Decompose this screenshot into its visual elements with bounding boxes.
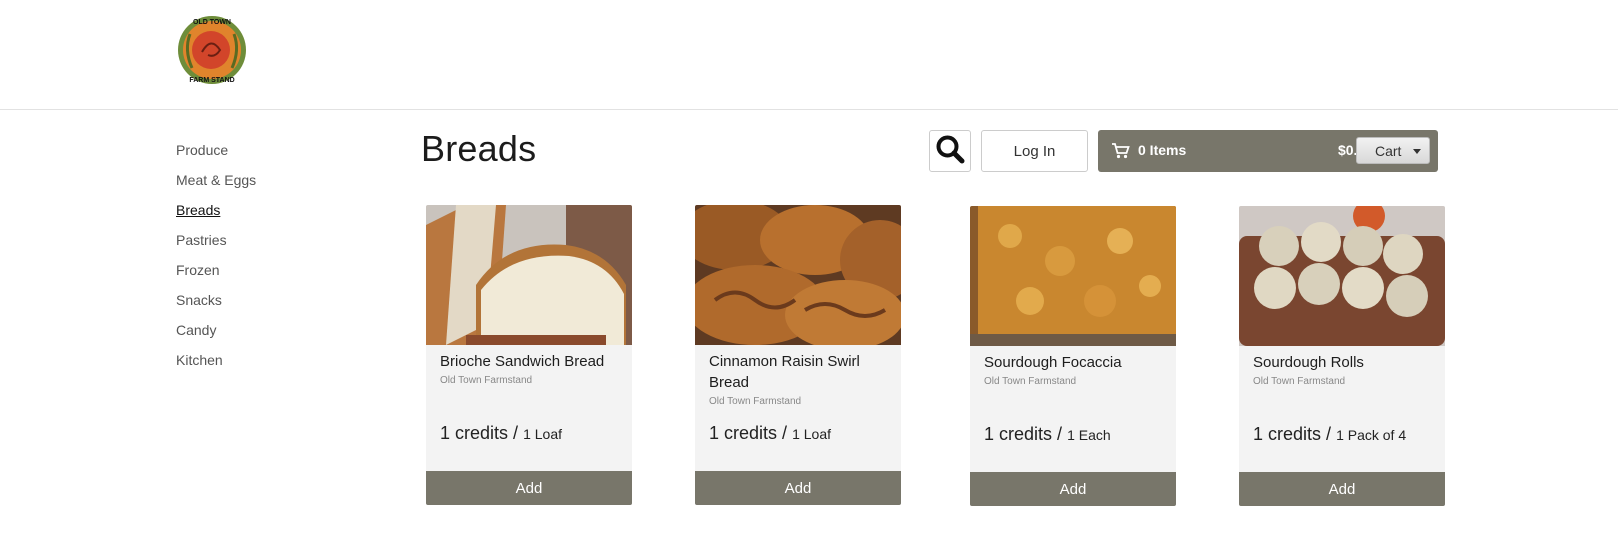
product-price: 1 credits / 1 Loaf (709, 423, 832, 443)
farm-stand-logo[interactable]: OLD TOWN FARM STAND (176, 12, 248, 88)
search-icon (935, 134, 965, 169)
product-price: 1 credits / 1 Loaf (440, 423, 563, 443)
sidebar-item-snacks[interactable]: Snacks (176, 290, 376, 320)
login-button[interactable]: Log In (981, 130, 1088, 172)
sidebar-item-pastries[interactable]: Pastries (176, 230, 376, 260)
product-name[interactable]: Brioche Sandwich Bread (440, 351, 622, 372)
product-card: Cinnamon Raisin Swirl Bread Old Town Far… (695, 205, 901, 505)
sidebar-item-frozen[interactable]: Frozen (176, 260, 376, 290)
sidebar-item-candy[interactable]: Candy (176, 320, 376, 350)
product-image-focaccia[interactable] (970, 206, 1176, 346)
product-vendor: Old Town Farmstand (709, 396, 802, 407)
add-button[interactable]: Add (970, 472, 1176, 506)
product-card: Sourdough Focaccia Old Town Farmstand 1 … (970, 206, 1176, 506)
sidebar-item-breads[interactable]: Breads (176, 200, 376, 230)
add-button[interactable]: Add (1239, 472, 1445, 506)
sidebar-item-kitchen[interactable]: Kitchen (176, 350, 376, 380)
sidebar-item-produce[interactable]: Produce (176, 140, 376, 170)
product-image-cinnamon-raisin[interactable] (695, 205, 901, 345)
product-name[interactable]: Cinnamon Raisin Swirl Bread (709, 351, 891, 393)
product-image-brioche[interactable] (426, 205, 632, 345)
add-button[interactable]: Add (695, 471, 901, 505)
cart-icon (1112, 143, 1130, 159)
cart-item-count: 0 Items (1138, 142, 1187, 158)
cart-dropdown-button[interactable]: Cart (1356, 137, 1430, 164)
chevron-down-icon (1413, 149, 1421, 154)
product-price: 1 credits / 1 Each (984, 424, 1111, 444)
svg-text:FARM STAND: FARM STAND (189, 77, 234, 84)
product-price: 1 credits / 1 Pack of 4 (1253, 424, 1407, 444)
cart-bar[interactable]: 0 Items $0.00 Cart (1098, 130, 1438, 172)
product-image-rolls[interactable] (1239, 206, 1445, 346)
sidebar-item-meat-eggs[interactable]: Meat & Eggs (176, 170, 376, 200)
product-card: Brioche Sandwich Bread Old Town Farmstan… (426, 205, 632, 505)
product-vendor: Old Town Farmstand (1253, 376, 1346, 387)
category-sidebar: Produce Meat & Eggs Breads Pastries Froz… (176, 140, 376, 380)
product-card: Sourdough Rolls Old Town Farmstand 1 cre… (1239, 206, 1445, 506)
product-name[interactable]: Sourdough Focaccia (984, 352, 1166, 373)
site-header: OLD TOWN FARM STAND (0, 0, 1618, 110)
product-name[interactable]: Sourdough Rolls (1253, 352, 1435, 373)
product-vendor: Old Town Farmstand (440, 375, 533, 386)
add-button[interactable]: Add (426, 471, 632, 505)
product-vendor: Old Town Farmstand (984, 376, 1077, 387)
page-title: Breads (421, 128, 537, 169)
svg-text:OLD TOWN: OLD TOWN (193, 19, 231, 26)
cart-dropdown-label: Cart (1375, 143, 1402, 159)
search-button[interactable] (929, 130, 971, 172)
